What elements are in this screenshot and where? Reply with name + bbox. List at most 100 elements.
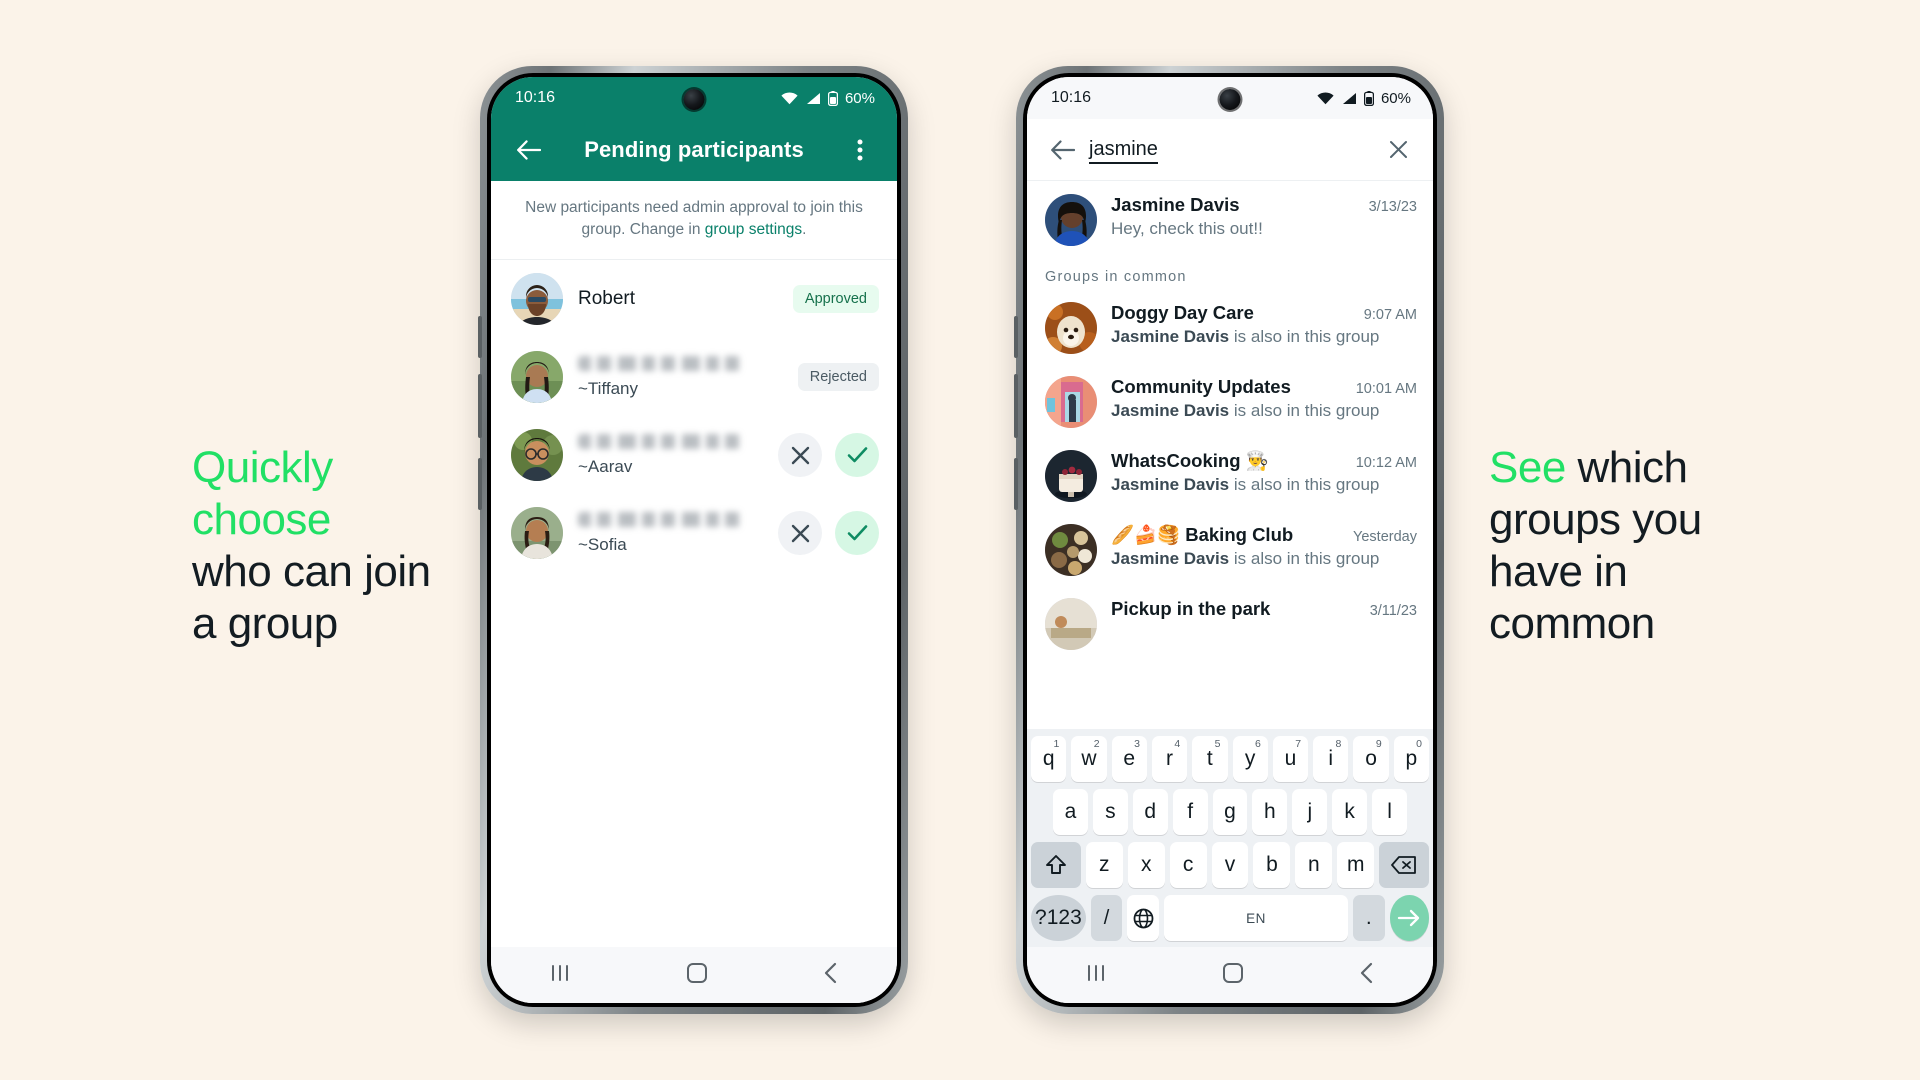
close-x-icon[interactable] [778,511,822,555]
page-title: Pending participants [584,137,804,162]
group-subtitle: Jasmine Davis is also in this group [1111,327,1417,347]
home-icon[interactable] [1222,962,1244,989]
list-item[interactable]: Jasmine Davis 3/13/23 Hey, check this ou… [1027,181,1433,259]
key-i-number: 8 [1335,738,1342,750]
key-p-number: 0 [1416,738,1422,750]
group-subtext: is also in this group [1229,327,1380,346]
participant-info: ~Aarav [578,433,763,477]
keyboard-row-1: 1q 2w 3e 4r 5t 6y 7u 8i 9o 0p [1031,736,1429,782]
volume-down-button[interactable] [478,374,482,438]
recents-icon[interactable] [1085,963,1107,988]
group-top-line: Pickup in the park 3/11/23 [1111,598,1417,620]
key-v[interactable]: v [1211,842,1249,888]
check-icon[interactable] [835,511,879,555]
key-t[interactable]: 5t [1192,736,1228,782]
list-item[interactable]: 🥖🍰🥞 Baking Club Yesterday Jasmine Davis … [1027,513,1433,587]
key-o[interactable]: 9o [1353,736,1389,782]
copy-left-line-2: choose [192,494,331,544]
list-item[interactable]: Doggy Day Care 9:07 AM Jasmine Davis is … [1027,291,1433,365]
key-j[interactable]: j [1292,789,1328,835]
key-y[interactable]: 6y [1232,736,1268,782]
key-p[interactable]: 0p [1393,736,1429,782]
list-item[interactable]: Pickup in the park 3/11/23 [1027,587,1433,650]
back-arrow-icon[interactable] [507,129,549,171]
globe-language-icon[interactable] [1127,895,1159,941]
table-row[interactable]: ~Aarav [491,416,897,494]
status-badge: Approved [792,285,879,313]
key-s[interactable]: s [1092,789,1128,835]
home-icon[interactable] [686,962,708,989]
key-l[interactable]: l [1372,789,1408,835]
avatar [1045,450,1097,502]
power-button[interactable] [478,458,482,510]
group-settings-link[interactable]: group settings [705,221,802,238]
key-t-number: 5 [1214,738,1221,750]
masked-phone-number [578,511,741,527]
key-d[interactable]: d [1132,789,1168,835]
key-c[interactable]: c [1169,842,1207,888]
clear-x-icon[interactable] [1377,129,1419,171]
table-row[interactable]: ~Sofia [491,494,897,572]
close-x-icon[interactable] [778,433,822,477]
key-k[interactable]: k [1332,789,1368,835]
check-icon[interactable] [835,433,879,477]
search-input-value: jasmine [1089,138,1158,164]
group-time: 3/11/23 [1369,603,1417,619]
back-arrow-icon[interactable] [1041,129,1083,171]
key-a[interactable]: a [1053,789,1088,835]
shift-up-icon[interactable] [1031,842,1081,888]
marketing-copy-right: See which groups you have in common [1489,442,1819,650]
status-icons: 60% [781,90,875,107]
table-row[interactable]: Robert Approved [491,260,897,338]
phone-pending-participants: 10:16 60% Pending participants New parti… [478,66,908,1014]
key-w[interactable]: 2w [1071,736,1107,782]
key-h[interactable]: h [1252,789,1288,835]
search-input[interactable]: jasmine [1089,138,1371,164]
list-item[interactable]: WhatsCooking 👨‍🍳 10:12 AM Jasmine Davis … [1027,439,1433,513]
key-e[interactable]: 3e [1111,736,1147,782]
key-e-label: e [1123,747,1136,770]
power-button[interactable] [1014,458,1018,510]
status-time: 10:16 [1051,89,1092,106]
recents-icon[interactable] [549,963,571,988]
volume-up-button[interactable] [1014,316,1018,358]
list-item[interactable]: Community Updates 10:01 AM Jasmine Davis… [1027,365,1433,439]
key-g[interactable]: g [1212,789,1248,835]
table-row[interactable]: ~Tiffany Rejected [491,338,897,416]
enter-arrow-icon[interactable] [1389,895,1430,941]
key-u[interactable]: 7u [1272,736,1309,782]
symbols-key[interactable]: ?123 [1031,895,1086,941]
contact-date: 3/13/23 [1368,199,1417,215]
key-m[interactable]: m [1337,842,1375,888]
participant-handle: ~Aarav [578,456,633,476]
avatar [511,273,563,325]
key-f[interactable]: f [1172,789,1208,835]
nav-back-icon[interactable] [1359,962,1375,989]
front-camera-punch-hole [683,89,705,110]
key-n[interactable]: n [1295,842,1333,888]
group-info: Pickup in the park 3/11/23 [1111,598,1417,620]
key-q[interactable]: 1q [1031,736,1067,782]
volume-up-button[interactable] [478,316,482,358]
volume-down-button[interactable] [1014,374,1018,438]
copy-right-line-2: groups you [1489,494,1702,544]
slash-key[interactable]: / [1090,895,1123,941]
group-time: Yesterday [1353,529,1417,545]
group-title-text: WhatsCooking [1111,450,1246,471]
overflow-menu-icon[interactable] [839,129,881,171]
copy-left-line-4: a group [192,598,338,648]
group-top-line: Doggy Day Care 9:07 AM [1111,302,1417,324]
group-title: Community Updates [1111,376,1291,397]
space-key[interactable]: EN [1163,895,1348,941]
key-b[interactable]: b [1253,842,1291,888]
key-z[interactable]: z [1085,842,1123,888]
backspace-icon[interactable] [1379,842,1429,888]
key-r-number: 4 [1174,738,1181,750]
nav-back-icon[interactable] [823,962,839,989]
group-top-line: Community Updates 10:01 AM [1111,376,1417,398]
period-key[interactable]: . [1353,895,1385,941]
key-i[interactable]: 8i [1313,736,1349,782]
key-x[interactable]: x [1127,842,1165,888]
key-r[interactable]: 4r [1151,736,1188,782]
avatar [1045,302,1097,354]
